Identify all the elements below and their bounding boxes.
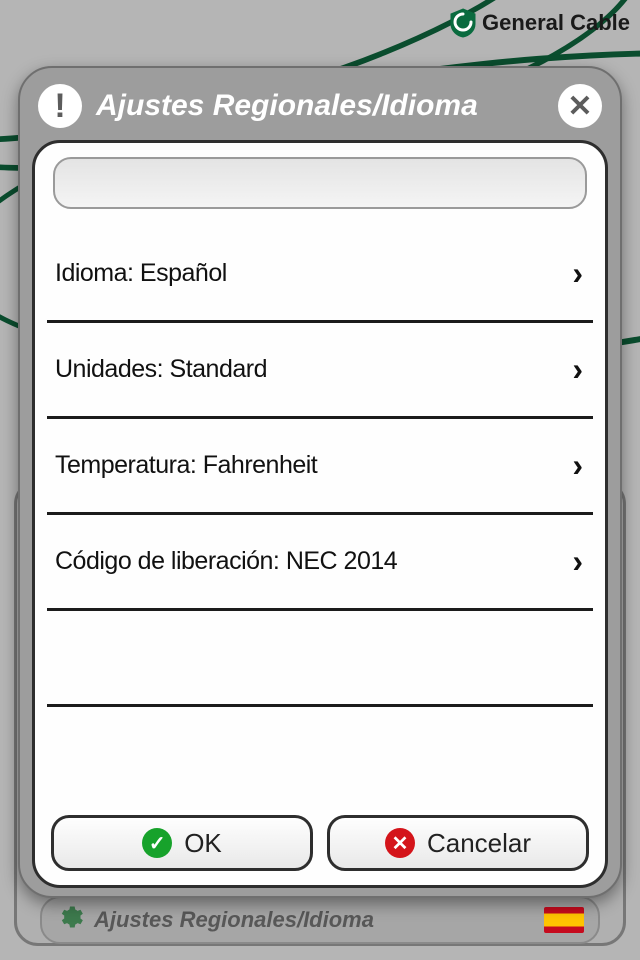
- search-input[interactable]: [53, 157, 587, 209]
- row-unidades[interactable]: Unidades: Standard ›: [47, 323, 593, 419]
- row-empty: [47, 611, 593, 707]
- row-codigo-liberacion[interactable]: Código de liberación: NEC 2014 ›: [47, 515, 593, 611]
- row-label: Código de liberación: NEC 2014: [55, 547, 397, 576]
- flag-es-icon: [544, 907, 584, 933]
- regional-settings-modal: ! Ajustes Regionales/Idioma ✕ Idioma: Es…: [18, 66, 622, 898]
- row-label: Unidades: Standard: [55, 355, 267, 384]
- modal-title: Ajustes Regionales/Idioma: [96, 89, 478, 123]
- settings-list: Idioma: Español › Unidades: Standard › T…: [47, 227, 593, 803]
- row-empty: [47, 707, 593, 803]
- chevron-right-icon: ›: [572, 543, 583, 580]
- close-button[interactable]: ✕: [558, 84, 602, 128]
- footer-label: Ajustes Regionales/Idioma: [94, 907, 374, 933]
- ok-button[interactable]: ✓ OK: [51, 815, 313, 871]
- brand-logo: General Cable: [450, 8, 630, 38]
- modal-body: Idioma: Español › Unidades: Standard › T…: [32, 140, 608, 888]
- row-temperatura[interactable]: Temperatura: Fahrenheit ›: [47, 419, 593, 515]
- brand-text: General Cable: [482, 10, 630, 36]
- check-icon: ✓: [142, 828, 172, 858]
- chevron-right-icon: ›: [572, 351, 583, 388]
- footer-bar[interactable]: Ajustes Regionales/Idioma: [40, 896, 600, 944]
- ok-label: OK: [184, 828, 222, 859]
- modal-actions: ✓ OK ✕ Cancelar: [47, 803, 593, 871]
- info-icon: !: [38, 84, 82, 128]
- modal-header: ! Ajustes Regionales/Idioma ✕: [32, 80, 608, 140]
- row-label: Idioma: Español: [55, 259, 227, 288]
- brand-shield-icon: [450, 8, 476, 38]
- chevron-right-icon: ›: [572, 447, 583, 484]
- close-icon: ✕: [385, 828, 415, 858]
- gear-icon: [56, 903, 84, 937]
- cancel-label: Cancelar: [427, 828, 531, 859]
- chevron-right-icon: ›: [572, 255, 583, 292]
- row-idioma[interactable]: Idioma: Español ›: [47, 227, 593, 323]
- cancel-button[interactable]: ✕ Cancelar: [327, 815, 589, 871]
- row-label: Temperatura: Fahrenheit: [55, 451, 317, 480]
